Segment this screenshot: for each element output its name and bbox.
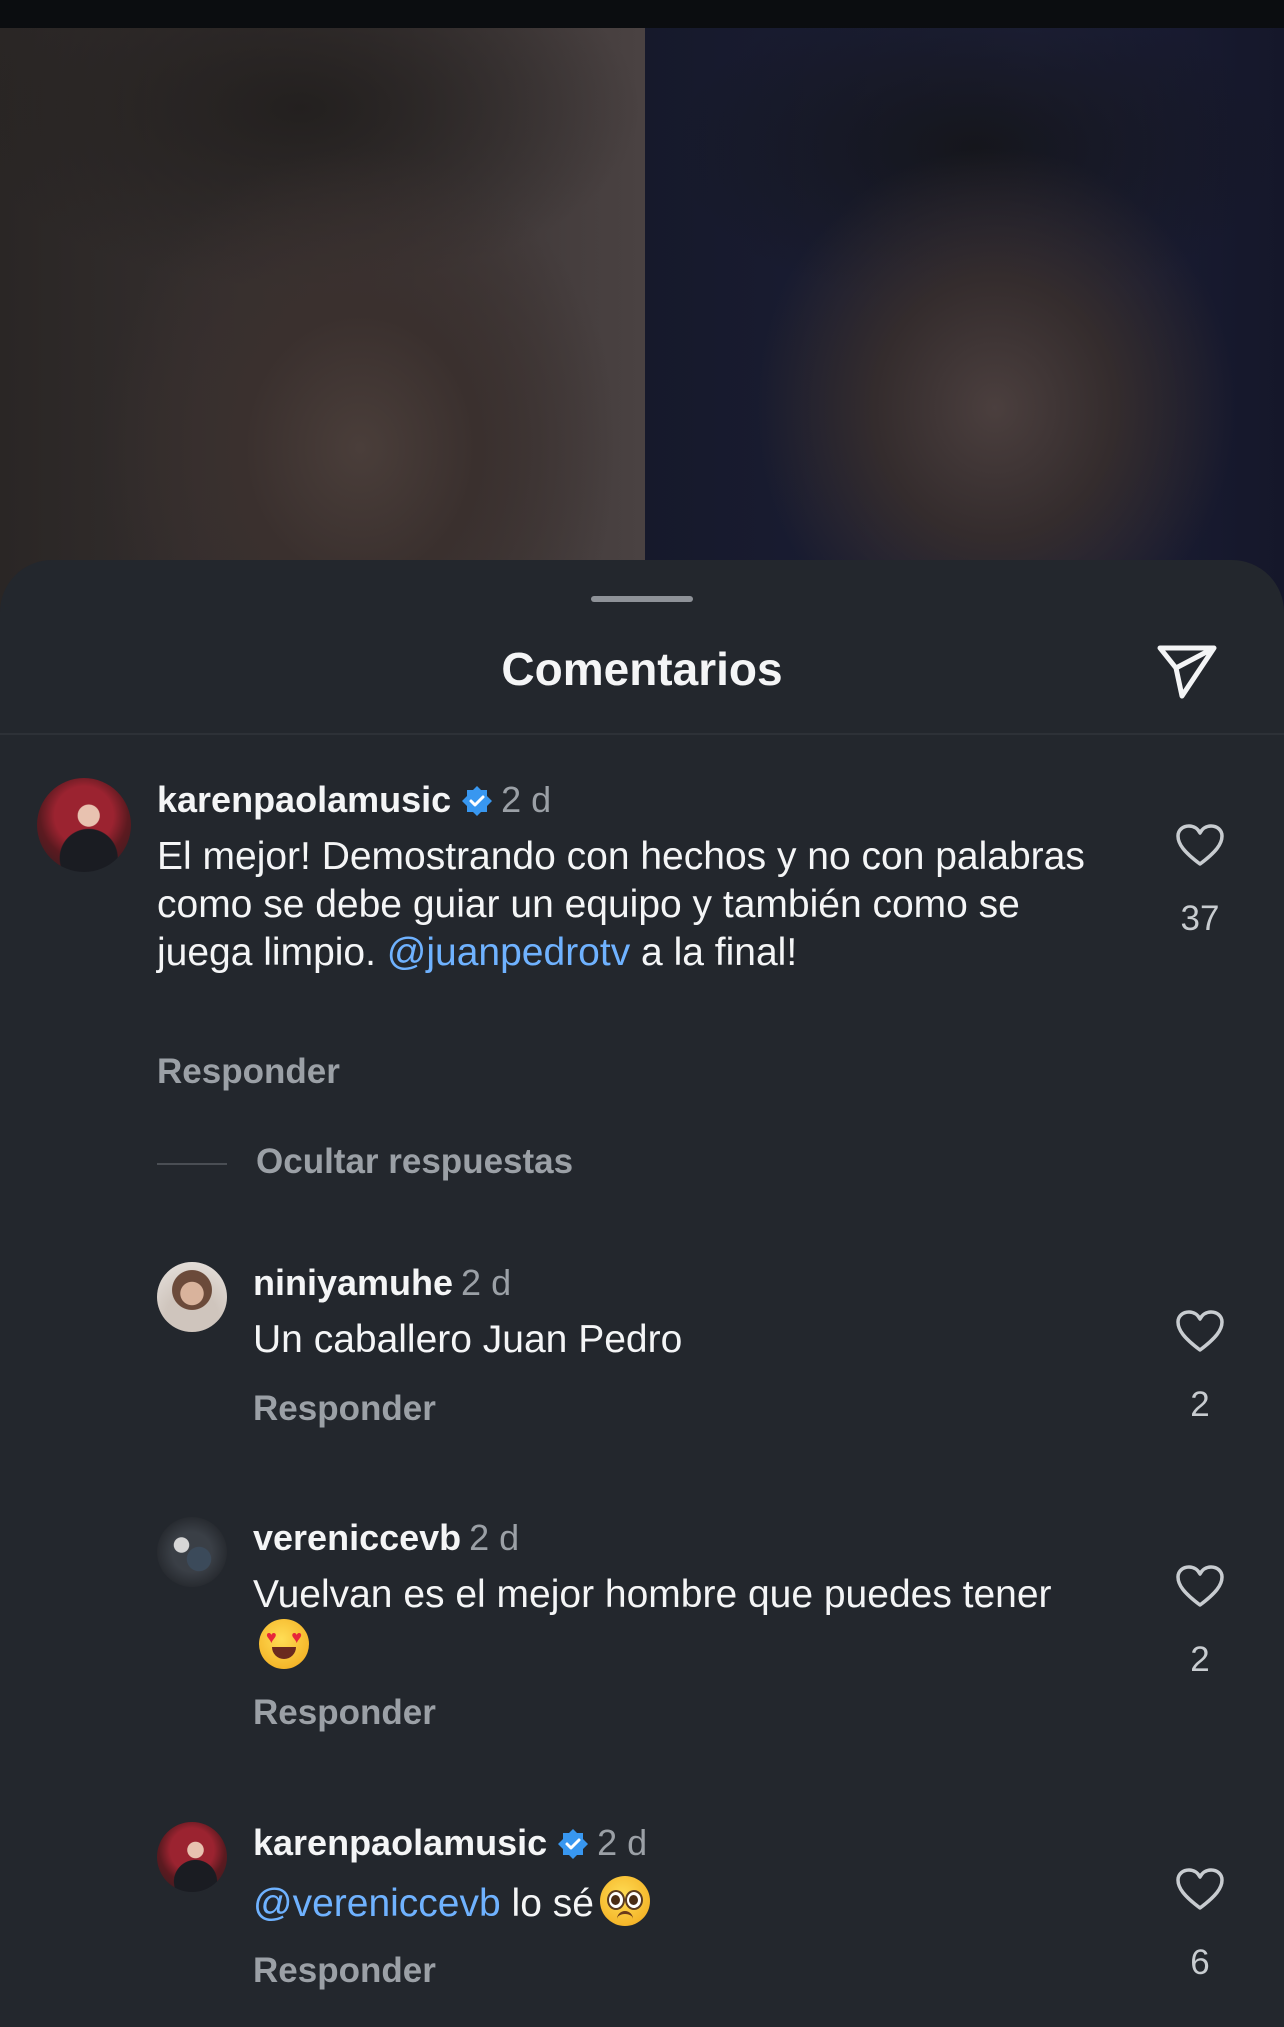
comment-time: 2 d <box>597 1822 648 1863</box>
mention-link[interactable]: @vereniccevb <box>253 1882 501 1925</box>
hide-replies-button[interactable]: Ocultar respuestas <box>256 1142 573 1182</box>
heart-icon[interactable] <box>1174 1308 1226 1354</box>
reply-button[interactable]: Responder <box>253 1389 436 1429</box>
username[interactable]: vereniccevb <box>253 1517 461 1558</box>
comment-text-part: lo sé <box>500 1882 594 1925</box>
comment-meta: karenpaolamusic 2 d <box>253 1822 647 1864</box>
photo-right-face <box>645 28 1284 620</box>
verified-badge-icon <box>462 786 493 816</box>
reply-button[interactable]: Responder <box>253 1951 436 1991</box>
reply-button[interactable]: Responder <box>157 1052 340 1092</box>
comment-meta: vereniccevb 2 d <box>253 1517 519 1559</box>
like-count: 37 <box>1180 899 1220 938</box>
avatar[interactable] <box>157 1517 227 1587</box>
heart-icon[interactable] <box>1174 1866 1226 1912</box>
comment-text: El mejor! Demostrando con hechos y no co… <box>157 833 1117 977</box>
comment-meta: niniyamuhe 2 d <box>253 1262 511 1304</box>
avatar[interactable] <box>157 1262 227 1332</box>
comment-text-part: a la final! <box>630 931 798 974</box>
share-icon[interactable] <box>1152 636 1220 704</box>
like-count: 6 <box>1190 1943 1210 1982</box>
reply-button[interactable]: Responder <box>253 1693 436 1733</box>
status-bar-strip <box>0 0 1284 28</box>
pleading-face-emoji <box>599 1876 650 1926</box>
post-photo <box>0 0 1284 620</box>
heart-icon[interactable] <box>1174 822 1226 868</box>
heart-eyes-emoji: ♥ ♥ <box>259 1619 309 1669</box>
replies-divider-line <box>157 1163 227 1165</box>
comment-text-part: Vuelvan es el mejor hombre que puedes te… <box>253 1573 1052 1616</box>
verified-badge-icon <box>558 1829 589 1859</box>
username[interactable]: karenpaolamusic <box>253 1822 547 1863</box>
header-divider <box>0 733 1284 735</box>
sheet-drag-handle[interactable] <box>591 596 693 602</box>
comment-text: Un caballero Juan Pedro <box>253 1318 683 1361</box>
avatar[interactable] <box>37 778 131 872</box>
comment-time: 2 d <box>469 1517 520 1558</box>
username[interactable]: karenpaolamusic <box>157 779 451 820</box>
comment-meta: karenpaolamusic 2 d <box>157 779 551 821</box>
comment-time: 2 d <box>501 779 552 820</box>
sheet-title: Comentarios <box>501 643 783 695</box>
avatar[interactable] <box>157 1822 227 1892</box>
comment-text: @vereniccevb lo sé <box>253 1876 1103 1928</box>
mention-link[interactable]: @juanpedrotv <box>387 931 630 974</box>
like-count: 2 <box>1190 1385 1210 1424</box>
heart-icon[interactable] <box>1174 1563 1226 1609</box>
comment-text: Vuelvan es el mejor hombre que puedes te… <box>253 1571 1103 1671</box>
comment-time: 2 d <box>461 1262 512 1303</box>
photo-left-face <box>0 28 645 620</box>
like-count: 2 <box>1190 1640 1210 1679</box>
username[interactable]: niniyamuhe <box>253 1262 453 1303</box>
